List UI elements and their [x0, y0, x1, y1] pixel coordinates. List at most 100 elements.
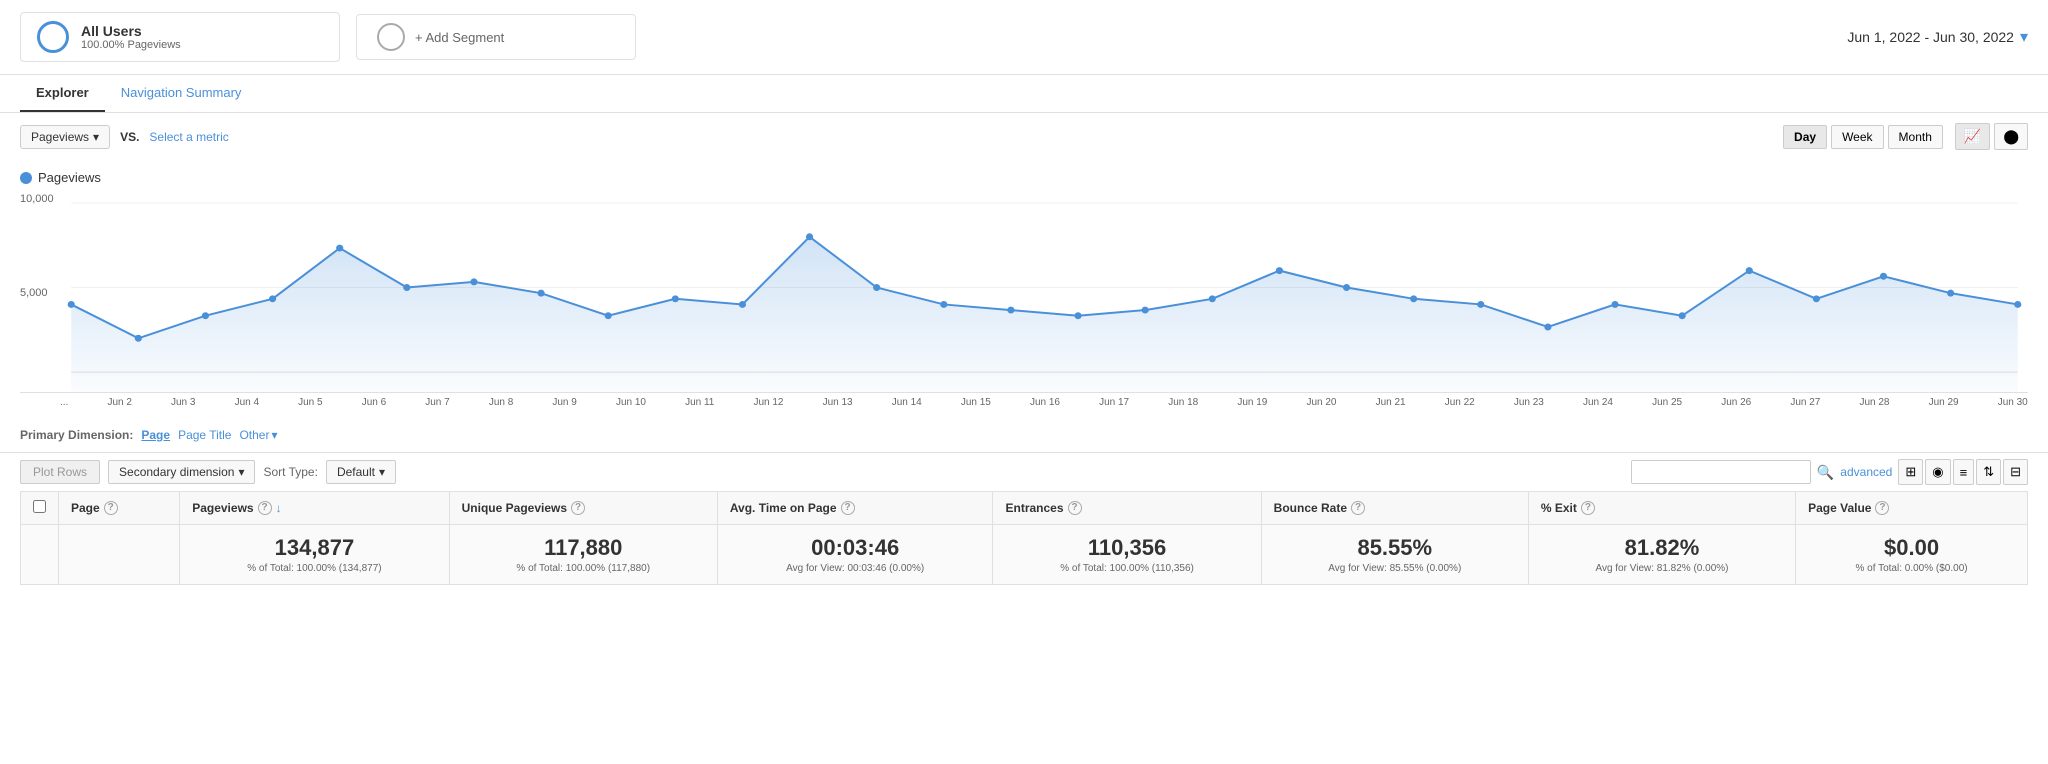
time-btn-day[interactable]: Day — [1783, 125, 1827, 149]
col-page-value-label: Page Value — [1808, 501, 1871, 515]
vs-label: VS. — [120, 130, 139, 144]
total-unique-pageviews-value: 117,880 — [462, 535, 705, 561]
data-table-wrapper: Page ? Pageviews ? ↓ Unique Pageviews ? — [0, 491, 2048, 585]
sort-view-button[interactable]: ⇅ — [1976, 459, 2001, 485]
pie-chart-button[interactable]: ⬤ — [1994, 123, 2028, 150]
col-unique-pageviews-label: Unique Pageviews — [462, 501, 567, 515]
date-range[interactable]: Jun 1, 2022 - Jun 30, 2022 ▾ — [1847, 27, 2028, 47]
total-avg-time-sub: Avg for View: 00:03:46 (0.00%) — [730, 563, 981, 574]
secondary-dimension-dropdown[interactable]: Secondary dimension ▾ — [108, 460, 255, 484]
segment-info: All Users 100.00% Pageviews — [81, 23, 181, 51]
total-avg-time-value: 00:03:46 — [730, 535, 981, 561]
segment-title: All Users — [81, 23, 181, 39]
select-all-header[interactable] — [21, 492, 59, 525]
search-input[interactable] — [1631, 460, 1811, 484]
totals-unique-pageviews: 117,880 % of Total: 100.00% (117,880) — [449, 525, 717, 585]
add-segment-label: + Add Segment — [415, 30, 504, 45]
add-segment-icon — [377, 23, 405, 51]
col-bounce-rate[interactable]: Bounce Rate ? — [1261, 492, 1528, 525]
line-chart-button[interactable]: 📈 — [1955, 123, 1990, 150]
sort-type-label: Sort Type: — [263, 465, 317, 479]
total-entrances-sub: % of Total: 100.00% (110,356) — [1005, 563, 1248, 574]
col-pageviews[interactable]: Pageviews ? ↓ — [180, 492, 449, 525]
search-icon[interactable]: 🔍 — [1817, 464, 1834, 481]
col-avg-time[interactable]: Avg. Time on Page ? — [717, 492, 993, 525]
select-metric-link[interactable]: Select a metric — [149, 130, 228, 144]
dim-other-dropdown[interactable]: Other ▾ — [239, 428, 277, 442]
legend-label: Pageviews — [38, 170, 101, 185]
total-page-value-sub: % of Total: 0.00% ($0.00) — [1808, 563, 2015, 574]
line-chart: 10,000 5,000 — [20, 193, 2028, 393]
chart-legend: Pageviews — [20, 170, 2028, 185]
primary-dimension: Primary Dimension: Page Page Title Other… — [0, 418, 2048, 452]
advanced-link[interactable]: advanced — [1840, 465, 1892, 479]
add-segment-button[interactable]: + Add Segment — [356, 14, 636, 60]
metric-dropdown-arrow: ▾ — [93, 130, 99, 144]
totals-exit: 81.82% Avg for View: 81.82% (0.00%) — [1528, 525, 1795, 585]
select-all-checkbox[interactable] — [33, 500, 46, 513]
data-toolbar: Plot Rows Secondary dimension ▾ Sort Typ… — [0, 452, 2048, 491]
segment-subtitle: 100.00% Pageviews — [81, 39, 181, 51]
search-area: 🔍 advanced ⊞ ◉ ≡ ⇅ ⊟ — [1631, 459, 2028, 485]
col-page-label: Page — [71, 501, 100, 515]
col-exit[interactable]: % Exit ? — [1528, 492, 1795, 525]
totals-row: 134,877 % of Total: 100.00% (134,877) 11… — [21, 525, 2028, 585]
table-header-row: Page ? Pageviews ? ↓ Unique Pageviews ? — [21, 492, 2028, 525]
pie-view-button[interactable]: ◉ — [1925, 459, 1950, 485]
view-buttons: ⊞ ◉ ≡ ⇅ ⊟ — [1898, 459, 2028, 485]
total-page-value-value: $0.00 — [1808, 535, 2015, 561]
col-page[interactable]: Page ? — [59, 492, 180, 525]
total-exit-value: 81.82% — [1541, 535, 1783, 561]
all-users-segment[interactable]: All Users 100.00% Pageviews — [20, 12, 340, 62]
sec-dim-arrow: ▾ — [238, 465, 244, 479]
table-view-button[interactable]: ⊟ — [2003, 459, 2028, 485]
metric-dropdown[interactable]: Pageviews ▾ — [20, 125, 110, 149]
sort-dropdown[interactable]: Default ▾ — [326, 460, 396, 484]
segment-area: All Users 100.00% Pageviews + Add Segmen… — [20, 12, 1847, 62]
col-exit-label: % Exit — [1541, 501, 1577, 515]
date-range-dropdown-icon: ▾ — [2020, 27, 2028, 47]
col-page-help[interactable]: ? — [104, 501, 118, 515]
tab-explorer[interactable]: Explorer — [20, 75, 105, 112]
dim-page-title[interactable]: Page Title — [178, 428, 231, 442]
col-avg-time-help[interactable]: ? — [841, 501, 855, 515]
x-axis: ...Jun 2Jun 3Jun 4Jun 5Jun 6Jun 7Jun 8Ju… — [20, 393, 2028, 408]
data-table: Page ? Pageviews ? ↓ Unique Pageviews ? — [20, 491, 2028, 585]
totals-pageviews: 134,877 % of Total: 100.00% (134,877) — [180, 525, 449, 585]
totals-entrances: 110,356 % of Total: 100.00% (110,356) — [993, 525, 1261, 585]
other-dropdown-arrow: ▾ — [271, 428, 277, 442]
other-label: Other — [239, 428, 269, 442]
tab-navigation-summary[interactable]: Navigation Summary — [105, 75, 258, 112]
plot-rows-button[interactable]: Plot Rows — [20, 460, 100, 484]
chart-svg — [20, 193, 2028, 392]
col-unique-pageviews[interactable]: Unique Pageviews ? — [449, 492, 717, 525]
col-page-value-help[interactable]: ? — [1875, 501, 1889, 515]
total-bounce-rate-sub: Avg for View: 85.55% (0.00%) — [1274, 563, 1516, 574]
col-entrances-help[interactable]: ? — [1068, 501, 1082, 515]
total-pageviews-sub: % of Total: 100.00% (134,877) — [192, 563, 436, 574]
chart-type-buttons: 📈 ⬤ — [1955, 123, 2028, 150]
col-page-value[interactable]: Page Value ? — [1796, 492, 2028, 525]
sort-value: Default — [337, 465, 375, 479]
bar-view-button[interactable]: ≡ — [1953, 459, 1975, 485]
time-btn-week[interactable]: Week — [1831, 125, 1883, 149]
col-bounce-rate-help[interactable]: ? — [1351, 501, 1365, 515]
totals-page-value: $0.00 % of Total: 0.00% ($0.00) — [1796, 525, 2028, 585]
y-label-top: 10,000 — [20, 193, 54, 205]
totals-avg-time: 00:03:46 Avg for View: 00:03:46 (0.00%) — [717, 525, 993, 585]
time-btn-month[interactable]: Month — [1888, 125, 1943, 149]
total-exit-sub: Avg for View: 81.82% (0.00%) — [1541, 563, 1783, 574]
chart-area: Pageviews 10,000 5,000 ...Jun 2Jun 3Jun … — [0, 160, 2048, 418]
col-pageviews-sort-icon: ↓ — [276, 501, 282, 515]
col-exit-help[interactable]: ? — [1581, 501, 1595, 515]
dim-page[interactable]: Page — [141, 428, 170, 442]
col-bounce-rate-label: Bounce Rate — [1274, 501, 1347, 515]
total-pageviews-value: 134,877 — [192, 535, 436, 561]
col-pageviews-help[interactable]: ? — [258, 501, 272, 515]
col-unique-pageviews-help[interactable]: ? — [571, 501, 585, 515]
tabs-bar: Explorer Navigation Summary — [0, 75, 2048, 113]
legend-dot — [20, 172, 32, 184]
col-entrances[interactable]: Entrances ? — [993, 492, 1261, 525]
totals-bounce-rate: 85.55% Avg for View: 85.55% (0.00%) — [1261, 525, 1528, 585]
grid-view-button[interactable]: ⊞ — [1898, 459, 1923, 485]
